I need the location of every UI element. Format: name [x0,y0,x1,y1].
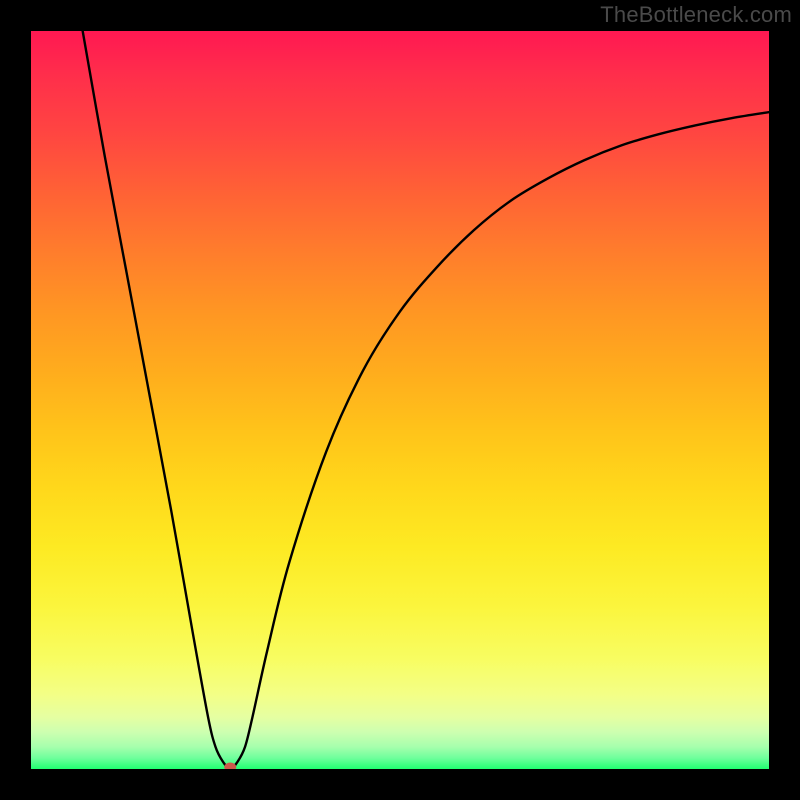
plot-area [31,31,769,769]
bottleneck-curve [31,31,769,769]
attribution-text: TheBottleneck.com [600,2,792,28]
curve-path [83,31,769,769]
chart-frame: TheBottleneck.com [0,0,800,800]
minimum-marker [224,763,236,770]
